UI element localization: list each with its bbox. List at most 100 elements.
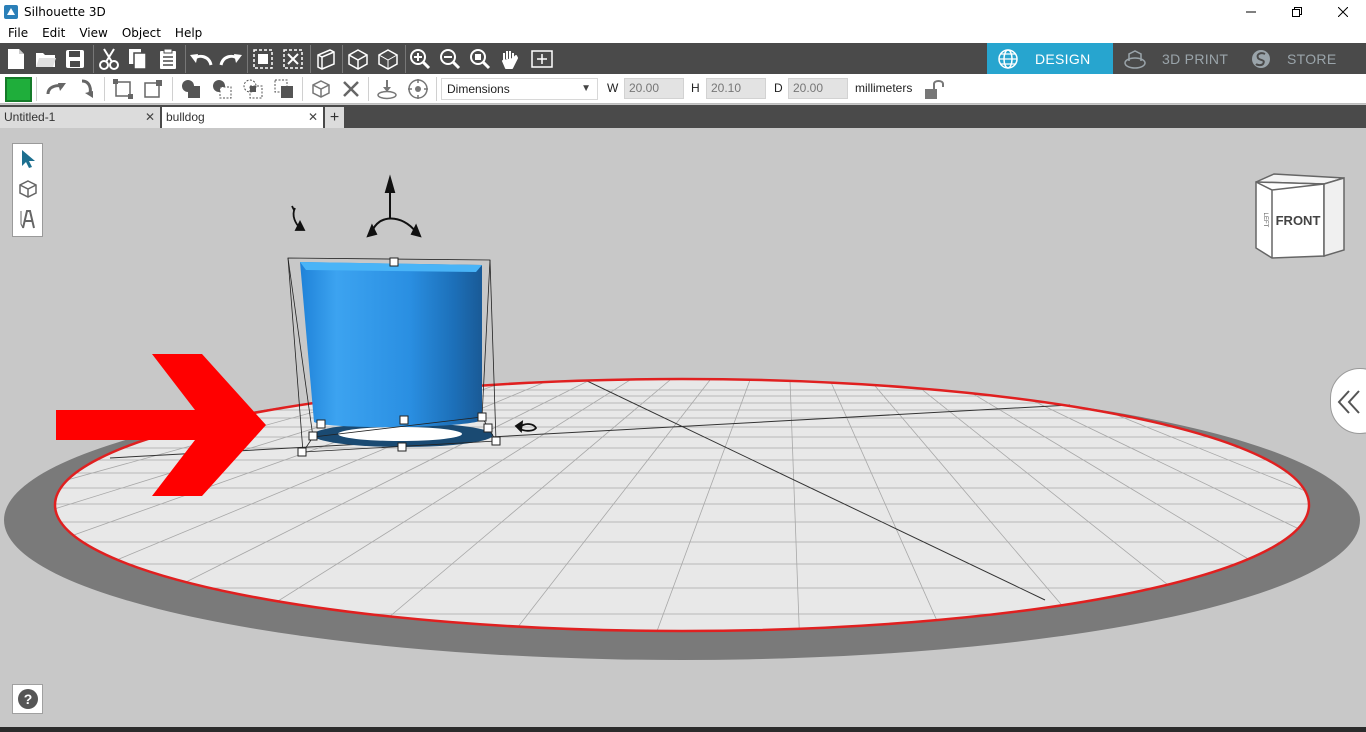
bottom-strip: [0, 727, 1366, 732]
view-cube[interactable]: FRONT LEFT: [1252, 172, 1347, 262]
printer-icon: [1124, 49, 1146, 69]
minimize-icon: [1246, 11, 1256, 12]
pan-hand-icon[interactable]: [497, 46, 523, 72]
title-bar: Silhouette 3D: [0, 0, 1366, 23]
toolbar-separator: [302, 77, 303, 101]
height-label: H: [691, 81, 700, 95]
scene-svg: [4, 174, 1360, 660]
svg-text:?: ?: [23, 691, 32, 707]
toolbar-separator: [104, 77, 105, 101]
undo-icon[interactable]: [188, 46, 214, 72]
toolbar-separator: [36, 77, 37, 101]
depth-label: D: [774, 81, 783, 95]
close-icon: [1338, 6, 1348, 17]
union-icon[interactable]: [179, 77, 203, 101]
height-field[interactable]: 20.10: [706, 78, 766, 99]
exclude-icon[interactable]: [272, 77, 296, 101]
subtract-icon[interactable]: [210, 77, 234, 101]
close-tab-icon[interactable]: ✕: [308, 107, 318, 127]
color-swatch[interactable]: [5, 77, 32, 102]
depth-field[interactable]: 20.00: [788, 78, 848, 99]
tab-design-label: DESIGN: [1035, 50, 1091, 67]
text-tool-icon[interactable]: [13, 204, 42, 234]
mirror-horizontal-icon[interactable]: [44, 77, 68, 101]
globe-icon: [998, 48, 1018, 69]
document-tabs: Untitled-1 ✕ bulldog ✕ +: [0, 105, 1366, 128]
duplicate-cube-icon[interactable]: [309, 77, 333, 101]
tab-untitled-1[interactable]: Untitled-1 ✕: [0, 107, 160, 128]
units-label: millimeters: [855, 81, 913, 95]
zoom-in-icon[interactable]: [407, 46, 433, 72]
menu-bar: File Edit View Object Help: [0, 23, 1366, 43]
tab-design[interactable]: DESIGN: [987, 43, 1113, 74]
toolbar-separator: [185, 45, 186, 73]
new-file-icon[interactable]: [3, 46, 29, 72]
toolbar-separator: [342, 45, 343, 73]
perspective-icon[interactable]: [313, 46, 339, 72]
toolbar-separator: [368, 77, 369, 101]
cylinder-model[interactable]: [300, 262, 482, 428]
3d-viewport[interactable]: FRONT LEFT: [0, 128, 1366, 732]
close-button[interactable]: [1320, 0, 1366, 23]
main-toolbar: DESIGN 3D PRINT STORE: [0, 43, 1366, 74]
cube-wire-icon[interactable]: [375, 46, 401, 72]
group-icon[interactable]: [250, 46, 276, 72]
drop-to-bed-icon[interactable]: [375, 77, 399, 101]
dimension-mode-select[interactable]: Dimensions ▼: [441, 78, 598, 100]
tab-label: bulldog: [166, 110, 205, 124]
align-icon[interactable]: [111, 77, 135, 101]
toolbar-separator: [405, 45, 406, 73]
tab-3d-print[interactable]: 3D PRINT: [1113, 43, 1238, 74]
zoom-fit-icon[interactable]: [467, 46, 493, 72]
lock-proportions-icon[interactable]: [922, 78, 946, 102]
minimize-button[interactable]: [1228, 0, 1274, 23]
toolbar-separator: [247, 45, 248, 73]
model-base-hole: [338, 427, 462, 441]
redo-icon[interactable]: [218, 46, 244, 72]
app-icon: [4, 4, 18, 19]
center-target-icon[interactable]: [406, 77, 430, 101]
tab-store-label: STORE: [1287, 50, 1337, 67]
dimension-mode-value: Dimensions: [447, 82, 510, 96]
delete-icon[interactable]: [339, 77, 363, 101]
intersect-icon[interactable]: [241, 77, 265, 101]
select-tool-icon[interactable]: [13, 144, 42, 174]
tab-3d-print-label: 3D PRINT: [1162, 50, 1229, 67]
toolbar-separator: [93, 45, 94, 73]
restore-icon: [1292, 6, 1302, 17]
menu-view[interactable]: View: [71, 26, 113, 40]
menu-help[interactable]: Help: [167, 26, 208, 40]
save-icon[interactable]: [62, 46, 88, 72]
toolbar-separator: [310, 45, 311, 73]
cube-view-icon[interactable]: [345, 46, 371, 72]
menu-object[interactable]: Object: [114, 26, 167, 40]
side-tool-palette: [12, 143, 43, 237]
restore-button[interactable]: [1274, 0, 1320, 23]
scale-icon[interactable]: [141, 77, 165, 101]
tab-store[interactable]: STORE: [1238, 43, 1366, 74]
menu-edit[interactable]: Edit: [34, 26, 71, 40]
menu-file[interactable]: File: [0, 26, 34, 40]
width-field[interactable]: 20.00: [624, 78, 684, 99]
chevron-down-icon: ▼: [581, 83, 591, 94]
help-icon: ?: [17, 689, 38, 709]
rotate-gizmo[interactable]: [291, 205, 306, 231]
cut-icon[interactable]: [96, 46, 122, 72]
paste-icon[interactable]: [155, 46, 181, 72]
zoom-out-icon[interactable]: [437, 46, 463, 72]
fit-view-icon[interactable]: [529, 46, 555, 72]
toolbar-separator: [436, 77, 437, 101]
move-up-gizmo[interactable]: [366, 174, 422, 238]
help-button[interactable]: ?: [12, 684, 43, 714]
viewcube-front-label: FRONT: [1276, 213, 1321, 228]
shape-tool-icon[interactable]: [13, 174, 42, 204]
open-folder-icon[interactable]: [33, 46, 59, 72]
window-title: Silhouette 3D: [24, 4, 106, 19]
double-chevron-left-icon: [1337, 390, 1360, 414]
mirror-vertical-icon[interactable]: [75, 77, 99, 101]
add-tab-button[interactable]: +: [325, 107, 344, 128]
ungroup-icon[interactable]: [280, 46, 306, 72]
tab-bulldog[interactable]: bulldog ✕: [162, 107, 323, 128]
close-tab-icon[interactable]: ✕: [145, 107, 155, 127]
copy-icon[interactable]: [125, 46, 151, 72]
